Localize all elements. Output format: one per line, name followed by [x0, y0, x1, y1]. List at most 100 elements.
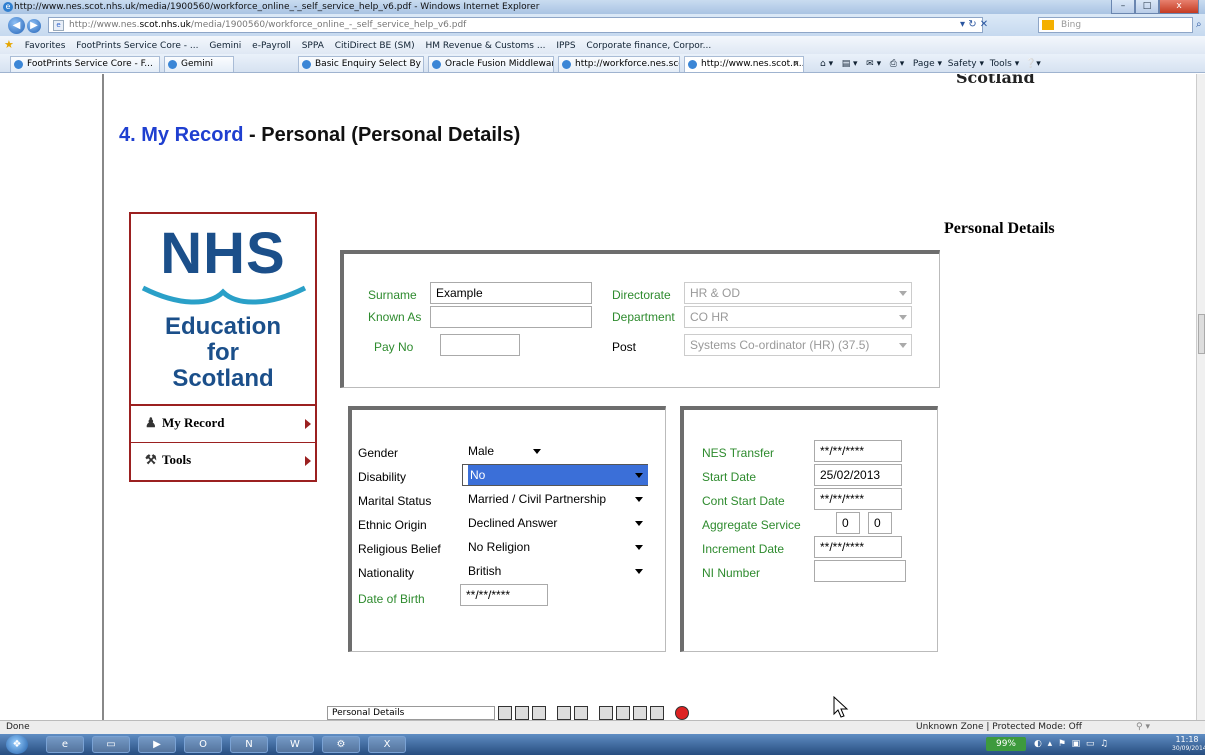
gender-select[interactable]: Male: [462, 440, 546, 462]
cont-start-date-field[interactable]: **/**/****: [814, 488, 902, 510]
favorite-link[interactable]: FootPrints Service Core - ...: [76, 41, 198, 51]
personal-details-heading: Personal Details: [944, 220, 1055, 237]
employee-summary-panel: Surname Example Known As Pay No Director…: [340, 250, 940, 388]
forward-button[interactable]: ▶: [27, 19, 41, 33]
media-taskbar-icon[interactable]: ▶: [138, 736, 176, 753]
scotland-fragment: Scotland: [956, 74, 1035, 84]
scrollbar-thumb[interactable]: [1198, 314, 1205, 354]
tool-icon[interactable]: [633, 706, 647, 720]
start-button[interactable]: ❖: [6, 735, 28, 754]
clock[interactable]: 11:18 30/09/2014: [1172, 735, 1205, 753]
chevron-down-icon: [533, 449, 541, 454]
pay-no-field[interactable]: [440, 334, 520, 356]
favorite-link[interactable]: HM Revenue & Customs ...: [425, 41, 545, 51]
date-of-birth-field[interactable]: **/**/****: [460, 584, 548, 606]
favorites-button[interactable]: Favorites: [25, 41, 66, 51]
favorites-star-icon[interactable]: ★: [4, 38, 14, 51]
nationality-select[interactable]: British: [462, 560, 648, 582]
network-taskbar-icon[interactable]: ⚙: [322, 736, 360, 753]
back-button[interactable]: ◀: [8, 17, 25, 34]
exit-icon[interactable]: [675, 706, 689, 720]
refresh-stop-icons[interactable]: ▾ ↻ ✕: [960, 17, 988, 33]
marital-status-select[interactable]: Married / Civil Partnership: [462, 488, 648, 510]
department-select[interactable]: CO HR: [684, 306, 912, 328]
favorite-link[interactable]: CitiDirect BE (SM): [335, 41, 415, 51]
known-as-label: Known As: [368, 310, 422, 324]
zone-status[interactable]: Unknown Zone | Protected Mode: Off: [916, 721, 1082, 734]
menu-item-my-record[interactable]: ♟ My Record: [131, 404, 315, 442]
favorite-link[interactable]: Gemini: [209, 41, 241, 51]
zoom-icon[interactable]: ⚲ ▾: [1136, 721, 1150, 734]
aggregate-days-field[interactable]: 0: [868, 512, 892, 534]
mail-icon[interactable]: ✉ ▾: [860, 59, 881, 69]
tab-oracle-fusion[interactable]: Oracle Fusion Middleware ...: [428, 56, 554, 72]
person-icon: ♟: [145, 415, 157, 430]
post-select[interactable]: Systems Co-ordinator (HR) (37.5): [684, 334, 912, 356]
vertical-scrollbar[interactable]: [1196, 74, 1205, 720]
ni-number-field[interactable]: [814, 560, 906, 582]
word-taskbar-icon[interactable]: W: [276, 736, 314, 753]
address-bar[interactable]: e http://www.nes.scot.nhs.uk/media/19005…: [48, 17, 983, 33]
tab-footprints[interactable]: FootPrints Service Core - F...: [10, 56, 160, 72]
lync-taskbar-icon[interactable]: N: [230, 736, 268, 753]
battery-indicator[interactable]: 99%: [986, 737, 1026, 751]
folder-taskbar-icon[interactable]: ▭: [92, 736, 130, 753]
aggregate-years-field[interactable]: 0: [836, 512, 860, 534]
religious-belief-label: Religious Belief: [358, 542, 441, 556]
menu-item-tools[interactable]: ⚒ Tools: [131, 442, 315, 480]
feeds-icon[interactable]: ▤ ▾: [836, 59, 858, 69]
save-record-icon[interactable]: [574, 706, 588, 720]
page-select[interactable]: Personal Details: [327, 706, 495, 720]
heading-rest: - Personal (Personal Details): [243, 124, 521, 146]
system-tray-icons[interactable]: ◐ ▴ ⚑ ▣ ▭ ♫: [1034, 737, 1108, 751]
next-record-icon[interactable]: [532, 706, 546, 720]
chevron-down-icon: [635, 521, 643, 526]
surname-field[interactable]: Example: [430, 282, 592, 304]
safety-menu[interactable]: Safety ▾: [948, 59, 984, 69]
help-icon[interactable]: ❔▾: [1022, 59, 1041, 69]
favorite-link[interactable]: e-Payroll: [252, 41, 291, 51]
directorate-select[interactable]: HR & OD: [684, 282, 912, 304]
first-record-icon[interactable]: [498, 706, 512, 720]
window-title: http://www.nes.scot.nhs.uk/media/1900560…: [14, 2, 540, 12]
tab-close-icon[interactable]: x: [794, 57, 799, 72]
tab-gemini[interactable]: Gemini: [164, 56, 234, 72]
maximize-button[interactable]: □: [1135, 0, 1159, 14]
home-icon[interactable]: ⌂ ▾: [820, 59, 833, 69]
search-icon[interactable]: ⌕: [1196, 19, 1202, 30]
page-menu[interactable]: Page ▾: [913, 59, 942, 69]
religious-belief-select[interactable]: No Religion: [462, 536, 648, 558]
search-input[interactable]: Bing: [1038, 17, 1193, 33]
nes-transfer-field[interactable]: **/**/****: [814, 440, 902, 462]
tool-icon[interactable]: [599, 706, 613, 720]
outlook-taskbar-icon[interactable]: O: [184, 736, 222, 753]
marital-status-label: Marital Status: [358, 494, 432, 508]
chevron-down-icon: [635, 473, 643, 478]
increment-date-label: Increment Date: [702, 542, 785, 556]
excel-taskbar-icon[interactable]: X: [368, 736, 406, 753]
nes-logo-panel: NHS Education for Scotland ♟ My Record ⚒ T…: [129, 212, 317, 482]
post-label: Post: [612, 340, 637, 354]
favorite-link[interactable]: IPPS: [556, 41, 575, 51]
favorite-link[interactable]: Corporate finance, Corpor...: [586, 41, 711, 51]
print-icon[interactable]: ⎙ ▾: [884, 59, 910, 69]
favorite-link[interactable]: SPPA: [302, 41, 324, 51]
ethnic-origin-select[interactable]: Declined Answer: [462, 512, 648, 534]
browser-window: e http://www.nes.scot.nhs.uk/media/19005…: [0, 0, 1205, 755]
disability-select[interactable]: No: [462, 464, 648, 486]
tool-icon[interactable]: [650, 706, 664, 720]
tab-workforce[interactable]: http://workforce.nes.scot....: [558, 56, 680, 72]
known-as-field[interactable]: [430, 306, 592, 328]
start-date-field[interactable]: 25/02/2013: [814, 464, 902, 486]
prev-record-icon[interactable]: [515, 706, 529, 720]
tab-basic-enquiry[interactable]: Basic Enquiry Select By Pa...: [298, 56, 424, 72]
ie-taskbar-icon[interactable]: e: [46, 736, 84, 753]
tab-nes-pdf[interactable]: http://www.nes.scot.n... x: [684, 56, 804, 72]
close-button[interactable]: x: [1159, 0, 1199, 14]
tools-menu[interactable]: Tools ▾: [990, 59, 1020, 69]
tool-icon[interactable]: [616, 706, 630, 720]
increment-date-field[interactable]: **/**/****: [814, 536, 902, 558]
print-record-icon[interactable]: [557, 706, 571, 720]
minimize-button[interactable]: –: [1111, 0, 1135, 14]
chevron-down-icon: [635, 545, 643, 550]
